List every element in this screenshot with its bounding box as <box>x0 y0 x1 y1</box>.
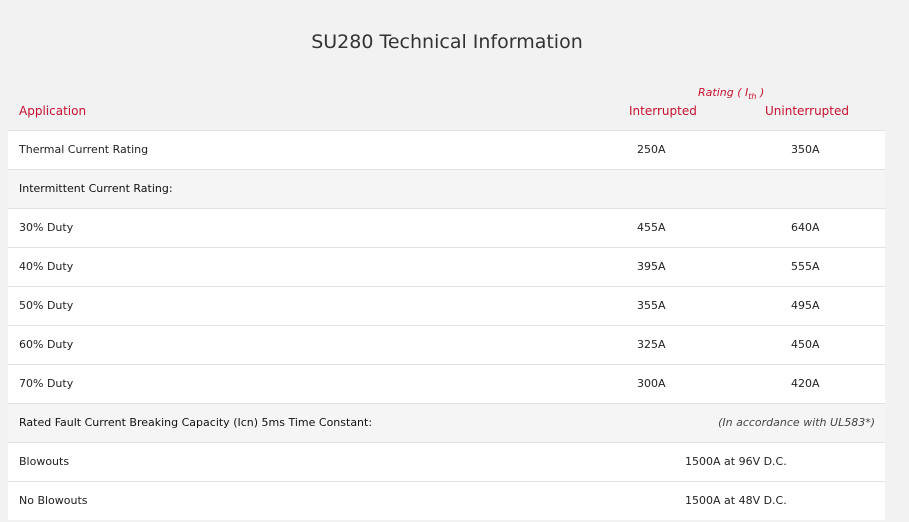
section-title: Rated Fault Current Breaking Capacity (I… <box>19 416 373 429</box>
combined-rating-cell: 1500A at 96V D.C. <box>685 455 787 468</box>
section-note: (In accordance with UL583*) <box>718 416 875 429</box>
interrupted-cell: 455A <box>637 221 666 234</box>
page: SU280 Technical Information Rating ( Ith… <box>0 0 909 522</box>
table-row: Blowouts 1500A at 96V D.C. <box>8 442 885 481</box>
uninterrupted-cell: 450A <box>791 338 820 351</box>
interrupted-cell: 325A <box>637 338 666 351</box>
application-cell: 70% Duty <box>19 377 74 390</box>
combined-rating-cell: 1500A at 48V D.C. <box>685 494 787 507</box>
application-cell: 60% Duty <box>19 338 74 351</box>
section-title: Intermittent Current Rating: <box>19 182 173 195</box>
application-cell: Blowouts <box>19 455 70 468</box>
application-cell: 40% Duty <box>19 260 74 273</box>
application-cell: No Blowouts <box>19 494 88 507</box>
rating-caption-text: Rating ( I <box>698 86 749 99</box>
table-row: 40% Duty 395A 555A <box>8 247 885 286</box>
column-header-interrupted: Interrupted <box>629 104 697 118</box>
application-cell: Thermal Current Rating <box>19 143 149 156</box>
interrupted-cell: 250A <box>637 143 666 156</box>
table-row: 30% Duty 455A 640A <box>8 208 885 247</box>
table-row: 70% Duty 300A 420A <box>8 364 885 403</box>
table-row: 50% Duty 355A 495A <box>8 286 885 325</box>
table-header: Rating ( Ith ) Application Interrupted U… <box>8 78 885 130</box>
column-header-uninterrupted: Uninterrupted <box>765 104 849 118</box>
section-row: Intermittent Current Rating: <box>8 169 885 208</box>
application-cell: 50% Duty <box>19 299 74 312</box>
section-row: Rated Fault Current Breaking Capacity (I… <box>8 403 885 442</box>
uninterrupted-cell: 495A <box>791 299 820 312</box>
rating-caption-close: ) <box>756 86 765 99</box>
application-cell: 30% Duty <box>19 221 74 234</box>
table-row: Thermal Current Rating 250A 350A <box>8 130 885 169</box>
page-title: SU280 Technical Information <box>311 31 583 53</box>
column-header-application: Application <box>19 104 87 118</box>
table-row: No Blowouts 1500A at 48V D.C. <box>8 481 885 520</box>
technical-info-table: Rating ( Ith ) Application Interrupted U… <box>8 78 885 520</box>
interrupted-cell: 395A <box>637 260 666 273</box>
interrupted-cell: 355A <box>637 299 666 312</box>
rating-caption: Rating ( Ith ) <box>698 86 764 101</box>
uninterrupted-cell: 420A <box>791 377 820 390</box>
table-row: 60% Duty 325A 450A <box>8 325 885 364</box>
uninterrupted-cell: 555A <box>791 260 820 273</box>
uninterrupted-cell: 350A <box>791 143 820 156</box>
interrupted-cell: 300A <box>637 377 666 390</box>
uninterrupted-cell: 640A <box>791 221 820 234</box>
